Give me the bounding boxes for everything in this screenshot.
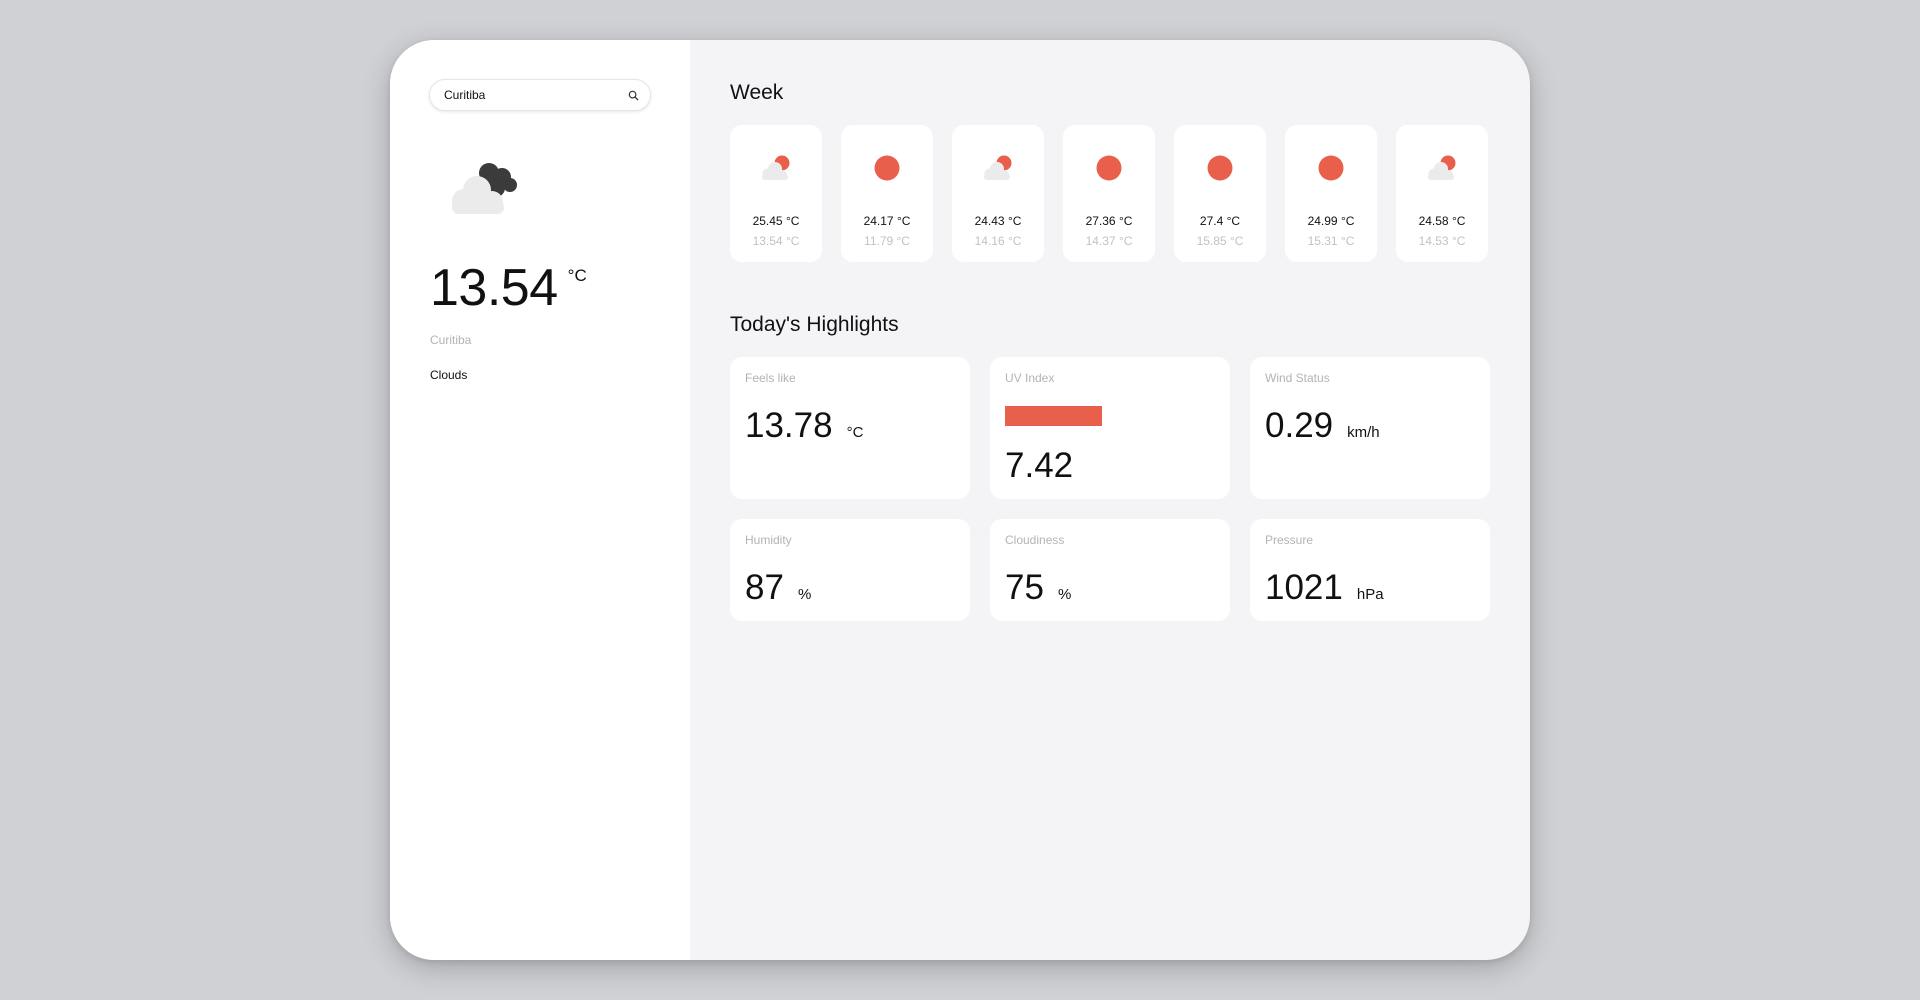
- day-min-temperature: 14.37 °C: [1085, 234, 1133, 248]
- sun-icon: [867, 148, 907, 188]
- feels-like-value: 13.78 °C: [745, 408, 863, 443]
- day-max-temperature: 27.36 °C: [1085, 214, 1133, 228]
- pressure-label: Pressure: [1265, 533, 1314, 547]
- week-forecast: 25.45 °C 13.54 °C 24.17 °C 11.79 °C 24.43 °C…: [730, 125, 1488, 262]
- uv-index-bar: [1005, 406, 1103, 426]
- sun-icon: [1200, 148, 1240, 188]
- weather-app-window: 13.54 °C Curitiba Clouds Week 25.45 °C 13…: [390, 40, 1530, 960]
- highlights-title: Today's Highlights: [730, 313, 899, 336]
- day-card: 27.4 °C 15.85 °C: [1174, 125, 1266, 262]
- week-title: Week: [730, 81, 784, 104]
- wind-status-value: 0.29 km/h: [1265, 408, 1380, 443]
- uv-index-label: UV Index: [1005, 371, 1055, 385]
- day-card: 27.36 °C 14.37 °C: [1063, 125, 1155, 262]
- feels-like-number: 13.78: [745, 406, 833, 445]
- uv-index-value: 7.42: [1005, 446, 1074, 485]
- feels-like-unit: °C: [846, 424, 864, 441]
- day-min-temperature: 14.16 °C: [974, 234, 1022, 248]
- wind-status-number: 0.29: [1265, 406, 1334, 445]
- day-card: 25.45 °C 13.54 °C: [730, 125, 822, 262]
- current-temperature-unit: °C: [567, 266, 587, 285]
- day-min-temperature: 11.79 °C: [864, 234, 910, 248]
- humidity-card: Humidity 87 %: [730, 519, 970, 621]
- weather-condition: Clouds: [430, 368, 468, 382]
- highlights-grid: Feels like 13.78 °C UV Index 7.42 Wind S…: [730, 357, 1490, 621]
- day-card: 24.17 °C 11.79 °C: [841, 125, 933, 262]
- search-icon[interactable]: [626, 88, 640, 102]
- search-input[interactable]: [430, 80, 615, 110]
- day-max-temperature: 24.43 °C: [974, 214, 1022, 228]
- wind-status-card: Wind Status 0.29 km/h: [1250, 357, 1490, 499]
- cloudiness-unit: %: [1057, 586, 1072, 603]
- pressure-number: 1021: [1265, 568, 1343, 607]
- cloudiness-value: 75 %: [1005, 570, 1071, 605]
- day-max-temperature: 24.58 °C: [1418, 214, 1466, 228]
- uv-index-card: UV Index 7.42: [990, 357, 1230, 499]
- day-min-temperature: 15.31 °C: [1307, 234, 1355, 248]
- partly-cloudy-icon: [756, 148, 796, 188]
- day-max-temperature: 25.45 °C: [752, 214, 800, 228]
- day-min-temperature: 14.53 °C: [1418, 234, 1466, 248]
- day-card: 24.58 °C 14.53 °C: [1396, 125, 1488, 262]
- day-max-temperature: 24.99 °C: [1307, 214, 1355, 228]
- humidity-number: 87: [745, 568, 784, 607]
- humidity-value: 87 %: [745, 570, 811, 605]
- pressure-value: 1021 hPa: [1265, 570, 1384, 605]
- partly-cloudy-icon: [978, 148, 1018, 188]
- sidebar: 13.54 °C Curitiba Clouds: [390, 40, 690, 960]
- wind-status-label: Wind Status: [1265, 371, 1330, 385]
- pressure-unit: hPa: [1356, 586, 1384, 603]
- humidity-label: Humidity: [745, 533, 792, 547]
- cloudiness-number: 75: [1005, 568, 1044, 607]
- cloud-icon: [444, 155, 528, 215]
- cloudiness-card: Cloudiness 75 %: [990, 519, 1230, 621]
- city-name: Curitiba: [430, 333, 472, 347]
- day-card: 24.99 °C 15.31 °C: [1285, 125, 1377, 262]
- uv-index-bar-track: [1005, 406, 1162, 426]
- main-panel: Week 25.45 °C 13.54 °C 24.17 °C 11.79 °C 24.…: [690, 40, 1530, 960]
- day-min-temperature: 15.85 °C: [1196, 234, 1244, 248]
- current-temperature-value: 13.54: [430, 259, 558, 317]
- feels-like-card: Feels like 13.78 °C: [730, 357, 970, 499]
- day-max-temperature: 24.17 °C: [863, 214, 911, 228]
- day-min-temperature: 13.54 °C: [752, 234, 800, 248]
- search-box: [429, 79, 651, 111]
- sun-icon: [1089, 148, 1129, 188]
- sun-icon: [1311, 148, 1351, 188]
- day-max-temperature: 27.4 °C: [1199, 214, 1241, 228]
- partly-cloudy-icon: [1422, 148, 1462, 188]
- wind-status-unit: km/h: [1347, 424, 1380, 441]
- day-card: 24.43 °C 14.16 °C: [952, 125, 1044, 262]
- current-temperature: 13.54 °C: [430, 262, 587, 314]
- cloudiness-label: Cloudiness: [1005, 533, 1065, 547]
- humidity-unit: %: [797, 586, 812, 603]
- feels-like-label: Feels like: [745, 371, 796, 385]
- pressure-card: Pressure 1021 hPa: [1250, 519, 1490, 621]
